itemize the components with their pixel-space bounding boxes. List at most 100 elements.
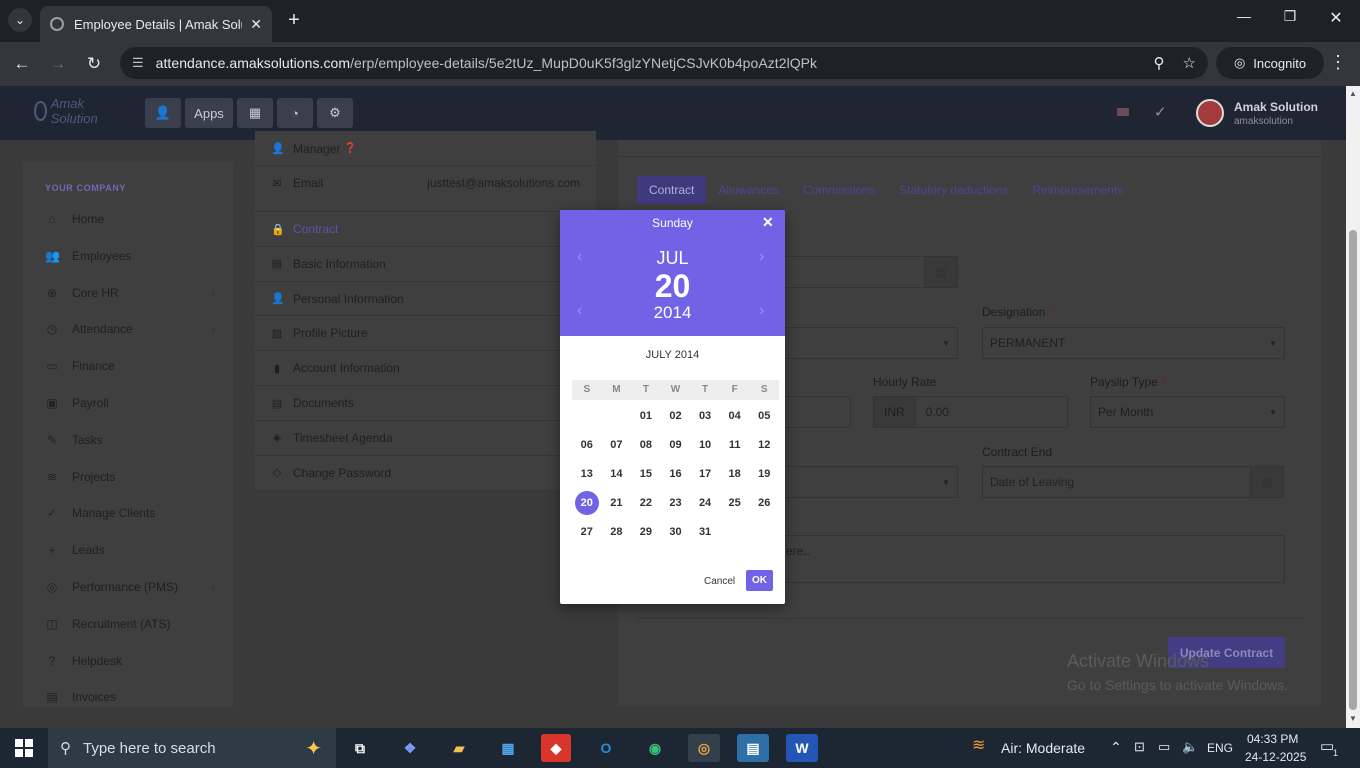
profile-menu-timesheet-agenda[interactable]: ◈ Timesheet Agenda: [255, 419, 596, 455]
incognito-indicator[interactable]: ◎ Incognito: [1216, 47, 1324, 79]
outlook-icon[interactable]: O: [590, 734, 622, 762]
tab-statutory-deductions[interactable]: Statutory deductions: [887, 176, 1020, 204]
profile-menu-account-information[interactable]: ▮ Account Information: [255, 350, 596, 385]
designation-select[interactable]: PERMANENT ▼: [982, 327, 1285, 359]
profile-menu-documents[interactable]: ▤ Documents: [255, 385, 596, 420]
calendar-icon[interactable]: ▦: [237, 98, 273, 128]
volume-icon[interactable]: 🔈: [1182, 739, 1198, 755]
tab-close-icon[interactable]: ✕: [250, 16, 262, 33]
sidebar-item-helpdesk[interactable]: ? Helpdesk: [45, 643, 215, 679]
day-cell[interactable]: 31: [690, 517, 720, 546]
day-cell[interactable]: 04: [720, 401, 750, 430]
meet-icon[interactable]: ⊡: [1134, 739, 1145, 755]
salary-field[interactable]: [778, 396, 851, 428]
calendar-icon[interactable]: ▦: [1250, 466, 1284, 498]
day-cell[interactable]: 11: [720, 430, 750, 459]
taskbar-search[interactable]: ⚲ Type here to search ✦: [48, 728, 336, 768]
day-cell[interactable]: 05: [749, 401, 779, 430]
sidebar-item-payroll[interactable]: ▣ Payroll: [45, 385, 215, 421]
tab-contract[interactable]: Contract: [637, 176, 707, 204]
user-check-icon[interactable]: 👤: [145, 98, 181, 128]
sidebar-item-home[interactable]: ⌂ Home: [45, 201, 215, 237]
sidebar-item-invoices[interactable]: ▤ Invoices: [45, 679, 215, 715]
day-cell[interactable]: 09: [661, 430, 691, 459]
day-cell[interactable]: 28: [602, 517, 632, 546]
contract-end-input[interactable]: Date of Leaving: [982, 466, 1252, 498]
chrome-icon[interactable]: ◎: [688, 734, 720, 762]
site-info-icon[interactable]: ☰: [132, 55, 144, 71]
apps-button[interactable]: Apps: [185, 98, 233, 128]
profile-menu-basic-information[interactable]: ▤ Basic Information: [255, 245, 596, 281]
day-cell[interactable]: 18: [720, 459, 750, 488]
payslip-type-select[interactable]: Per Month ▼: [1090, 396, 1285, 428]
day-cell[interactable]: 17: [690, 459, 720, 488]
sidebar-item-leads[interactable]: + Leads: [45, 532, 215, 568]
profile-menu-change-password[interactable]: ◇ Change Password: [255, 454, 596, 490]
day-cell[interactable]: 24: [690, 488, 720, 517]
sidebar-item-tasks[interactable]: ✎ Tasks: [45, 422, 215, 458]
reload-icon[interactable]: ↻: [82, 52, 106, 76]
day-cell[interactable]: 23: [661, 488, 691, 517]
day-cell[interactable]: 20: [572, 488, 602, 517]
company-logo[interactable]: Amak Solution: [34, 96, 124, 126]
browser-tab[interactable]: Employee Details | Amak Soluti ✕: [40, 6, 272, 42]
todo-check-icon[interactable]: ✓: [1154, 103, 1167, 121]
clock-date[interactable]: 24-12-2025: [1245, 750, 1306, 764]
anydesk-icon[interactable]: ◆: [541, 734, 571, 762]
file-explorer-icon[interactable]: ▰: [443, 734, 475, 762]
sidebar-item-finance[interactable]: ▭ Finance: [45, 348, 215, 384]
day-cell[interactable]: 02: [661, 401, 691, 430]
zoom-icon[interactable]: ⚲: [1154, 54, 1165, 72]
close-icon[interactable]: ✕: [762, 214, 774, 231]
tab-search-dropdown-icon[interactable]: ⌄: [8, 8, 32, 32]
day-cell[interactable]: 07: [602, 430, 632, 459]
day-cell[interactable]: 14: [602, 459, 632, 488]
sidebar-item-employees[interactable]: 👥 Employees: [45, 238, 215, 274]
cancel-button[interactable]: Cancel: [704, 576, 735, 587]
day-cell[interactable]: 13: [572, 459, 602, 488]
day-cell[interactable]: 22: [631, 488, 661, 517]
sidebar-item-manage-clients[interactable]: ✓ Manage Clients: [45, 495, 215, 531]
sidebar-item-projects[interactable]: ≋ Projects: [45, 459, 215, 495]
day-cell[interactable]: 29: [631, 517, 661, 546]
back-icon[interactable]: ←: [10, 52, 34, 76]
close-window-icon[interactable]: ✕: [1316, 8, 1356, 28]
start-button[interactable]: [0, 728, 48, 768]
language-indicator[interactable]: ENG: [1207, 741, 1233, 755]
profile-menu-profile-picture[interactable]: ▨ Profile Picture: [255, 315, 596, 350]
restore-icon[interactable]: ❐: [1270, 8, 1310, 25]
day-cell[interactable]: 10: [690, 430, 720, 459]
tab-allowances[interactable]: Allowances: [706, 176, 791, 204]
minimize-icon[interactable]: —: [1224, 8, 1264, 24]
profile-menu-personal-information[interactable]: 👤 Personal Information: [255, 280, 596, 316]
ok-button[interactable]: OK: [746, 570, 773, 591]
forward-icon[interactable]: →: [46, 52, 70, 76]
language-flag-icon[interactable]: [1117, 108, 1129, 116]
copilot-icon[interactable]: ❖: [394, 734, 426, 762]
weather-text[interactable]: Air: Moderate: [1001, 740, 1085, 756]
day-cell[interactable]: 19: [749, 459, 779, 488]
hourly-rate-input[interactable]: INR 0.00: [873, 396, 1068, 428]
tab-reimbursements[interactable]: Reimbursements: [1020, 176, 1135, 204]
sidebar-item-performance-pms[interactable]: ◎ Performance (PMS) ›: [45, 569, 215, 605]
day-cell[interactable]: 15: [631, 459, 661, 488]
edge-icon[interactable]: ◉: [639, 734, 671, 762]
sidebar-item-recruitment-ats[interactable]: ◫ Recruitment (ATS): [45, 606, 215, 642]
word-icon[interactable]: W: [786, 734, 818, 762]
settings-gear-icon[interactable]: ⚙: [317, 98, 353, 128]
browser-menu-icon[interactable]: ⋮: [1328, 52, 1348, 73]
bookmark-star-icon[interactable]: ☆: [1183, 54, 1196, 72]
chat-icon[interactable]: ▤: [737, 734, 769, 762]
contract-start-field[interactable]: [778, 256, 926, 288]
task-view-icon[interactable]: ⧉: [344, 734, 376, 762]
day-cell[interactable]: 12: [749, 430, 779, 459]
department-select[interactable]: ▼: [778, 327, 958, 359]
calendar-icon[interactable]: ▦: [924, 256, 958, 288]
sidebar-item-attendance[interactable]: ◷ Attendance ›: [45, 311, 215, 347]
weather-icon[interactable]: ≋: [972, 735, 985, 755]
day-cell[interactable]: 30: [661, 517, 691, 546]
day-cell[interactable]: 16: [661, 459, 691, 488]
day-cell[interactable]: 01: [631, 401, 661, 430]
day-cell[interactable]: 08: [631, 430, 661, 459]
day-cell[interactable]: 06: [572, 430, 602, 459]
